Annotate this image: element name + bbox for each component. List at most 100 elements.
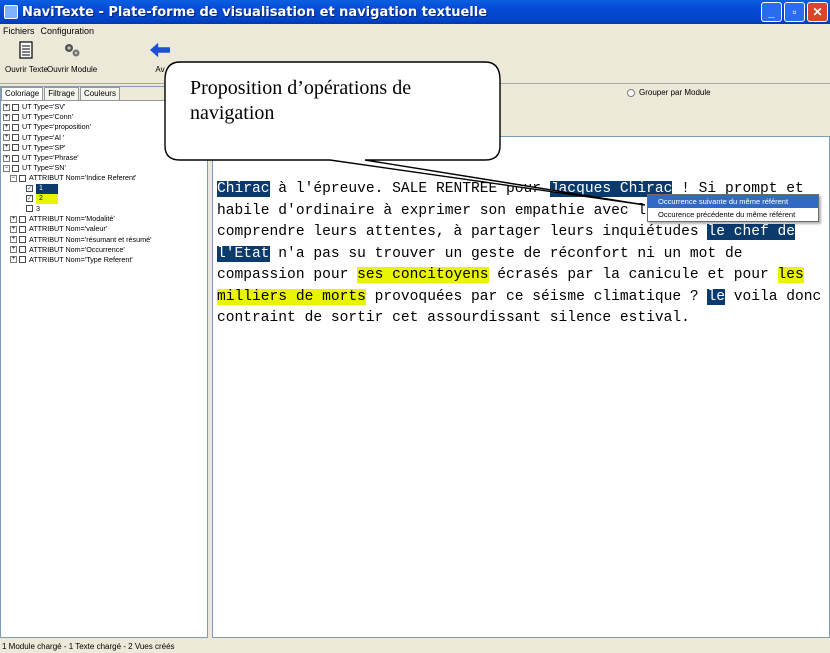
expand-icon[interactable]: +	[10, 256, 17, 264]
tree-node[interactable]: + UT Type='proposition'	[1, 122, 207, 132]
expand-icon[interactable]: +	[10, 225, 17, 233]
referent-highlight[interactable]: Chirac	[217, 181, 270, 197]
view-header: Grouper par Module	[212, 86, 830, 138]
app-window: NaviTexte - Plate-forme de visualisation…	[0, 0, 830, 653]
referent-highlight[interactable]: ses concitoyens	[357, 267, 489, 283]
text-run: à l'épreuve. SALE RENTREE pour	[269, 181, 550, 197]
group-by-module-radio[interactable]: Grouper par Module	[627, 88, 711, 97]
document-icon	[16, 40, 36, 60]
group-by-module-label: Grouper par Module	[639, 88, 711, 97]
tree-checkbox[interactable]	[26, 185, 33, 193]
menu-configuration[interactable]: Configuration	[38, 26, 98, 36]
tree-node-label: ATTRIBUT Nom='Type Referent'	[29, 254, 133, 264]
window-title: NaviTexte - Plate-forme de visualisation…	[22, 4, 488, 20]
context-menu: Occurrence suivante du même référent Occ…	[647, 194, 819, 222]
tree-node-label: UT Type='SV'	[22, 102, 66, 112]
tree-node-label: ATTRIBUT Nom='Occurrence'	[29, 244, 125, 254]
expand-icon[interactable]: +	[3, 134, 10, 142]
expand-icon[interactable]: +	[10, 246, 17, 254]
tree-node-label: ATTRIBUT Nom='valeur'	[29, 224, 108, 234]
minimize-button[interactable]: _	[761, 2, 782, 22]
tree-node[interactable]: + ATTRIBUT Nom='valeur'	[1, 224, 207, 234]
referent-highlight[interactable]: le	[707, 288, 725, 305]
left-tabs: Coloriage Filtrage Couleurs	[1, 87, 207, 101]
tree-checkbox[interactable]	[19, 174, 26, 182]
tree-node[interactable]: + ATTRIBUT Nom='résumant et résumé'	[1, 234, 207, 244]
collapse-icon[interactable]: −	[3, 164, 10, 172]
tree-node[interactable]: + UT Type='SV'	[1, 102, 207, 112]
type-tree: + UT Type='SV' + UT Type='Conn' + UT Type='pr…	[1, 101, 207, 265]
expand-icon[interactable]: +	[3, 123, 10, 131]
text-run: provoquées par ce séisme climatique ?	[365, 288, 708, 305]
open-module-label: Ouvrir Module	[47, 65, 98, 74]
tree-checkbox[interactable]	[12, 134, 19, 142]
gears-icon	[62, 40, 82, 60]
tree-node-label: 1	[36, 183, 58, 194]
back-label: Av	[155, 65, 165, 74]
tree-node[interactable]: + ATTRIBUT Nom='Modalité'	[1, 214, 207, 224]
tree-checkbox[interactable]	[19, 215, 26, 223]
expand-icon[interactable]: +	[3, 113, 10, 121]
open-module-button[interactable]: Ouvrir Module	[47, 40, 97, 74]
tree-checkbox[interactable]	[19, 236, 26, 244]
text-run: écrasés par la canicule et pour	[488, 267, 778, 283]
left-panel: Coloriage Filtrage Couleurs + UT Type='SV…	[0, 86, 208, 638]
expand-icon[interactable]: +	[10, 215, 17, 223]
tab-filtrage[interactable]: Filtrage	[44, 87, 79, 100]
tree-node[interactable]: + ATTRIBUT Nom='Occurrence'	[1, 245, 207, 255]
title-bar: NaviTexte - Plate-forme de visualisation…	[0, 0, 830, 24]
tree-node[interactable]: + UT Type='Conn'	[1, 112, 207, 122]
tree-node-label: 2	[36, 193, 58, 204]
tree-node-label: UT Type='SN'	[22, 163, 66, 173]
back-button[interactable]: Av	[150, 40, 170, 74]
collapse-icon[interactable]: −	[10, 174, 17, 182]
tree-node-label: 3	[36, 203, 40, 213]
menu-bar: Fichiers Configuration	[0, 24, 830, 38]
tree-checkbox[interactable]	[12, 154, 19, 162]
expand-icon[interactable]: +	[3, 103, 10, 111]
expand-icon[interactable]: +	[3, 154, 10, 162]
tree-node[interactable]: + UT Type='Al '	[1, 133, 207, 143]
tree-node-label: UT Type='Conn'	[22, 112, 74, 122]
tab-couleurs[interactable]: Couleurs	[79, 87, 120, 100]
tree-checkbox[interactable]	[12, 123, 19, 131]
app-icon	[4, 5, 18, 19]
tree-node[interactable]: 1	[1, 183, 207, 194]
open-text-button[interactable]: Ouvrir Texte	[5, 40, 48, 74]
tree-checkbox[interactable]	[12, 164, 19, 172]
close-button[interactable]: ✕	[807, 2, 828, 22]
tree-node[interactable]: 3	[1, 204, 207, 214]
toolbar: Ouvrir Texte Ouvrir Module Av	[0, 38, 830, 84]
tree-node[interactable]: − UT Type='SN'	[1, 163, 207, 173]
menu-next-occurrence[interactable]: Occurrence suivante du même référent	[648, 195, 818, 208]
open-text-label: Ouvrir Texte	[5, 65, 48, 74]
tab-coloriage[interactable]: Coloriage	[1, 87, 44, 100]
menu-fichiers[interactable]: Fichiers	[0, 26, 38, 36]
tree-checkbox[interactable]	[19, 246, 26, 254]
tree-checkbox[interactable]	[19, 225, 26, 233]
tree-checkbox[interactable]	[19, 256, 26, 264]
expand-icon[interactable]: +	[10, 236, 17, 244]
tree-node[interactable]: − ATTRIBUT Nom='Indice Referent'	[1, 173, 207, 183]
tree-node-label: UT Type='SP'	[22, 142, 66, 152]
tree-node[interactable]: 2	[1, 193, 207, 204]
arrow-left-icon	[150, 40, 170, 60]
expand-icon[interactable]: +	[3, 144, 10, 152]
tree-node[interactable]: + UT Type='Phrase'	[1, 153, 207, 163]
tree-checkbox[interactable]	[12, 103, 19, 111]
tree-node-label: ATTRIBUT Nom='Indice Referent'	[29, 173, 137, 183]
tree-node-label: UT Type='proposition'	[22, 122, 92, 132]
tree-node[interactable]: + ATTRIBUT Nom='Type Referent'	[1, 255, 207, 265]
tree-node-label: ATTRIBUT Nom='résumant et résumé'	[29, 234, 152, 244]
tree-node-label: ATTRIBUT Nom='Modalité'	[29, 214, 115, 224]
tree-node-label: UT Type='Phrase'	[22, 153, 79, 163]
menu-previous-occurrence[interactable]: Occurence précédente du même référent	[648, 208, 818, 221]
tree-node-label: UT Type='Al '	[22, 132, 65, 142]
tree-checkbox[interactable]	[26, 205, 33, 213]
maximize-button[interactable]: ▫	[784, 2, 805, 22]
tree-checkbox[interactable]	[12, 113, 19, 121]
tree-checkbox[interactable]	[12, 144, 19, 152]
tree-checkbox[interactable]	[26, 195, 33, 203]
tree-node[interactable]: + UT Type='SP'	[1, 143, 207, 153]
status-bar: 1 Module chargé - 1 Texte chargé - 2 Vue…	[0, 640, 830, 653]
